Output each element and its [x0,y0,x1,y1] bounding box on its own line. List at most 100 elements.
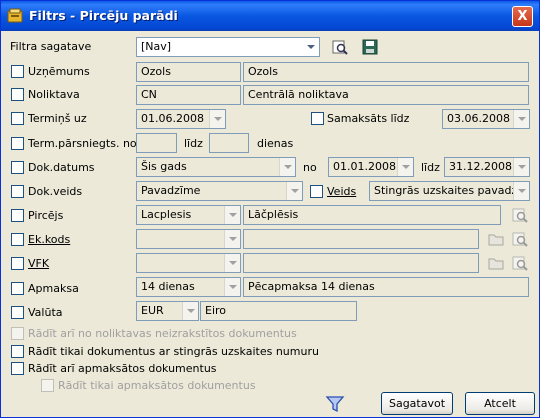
dok-datums-label: Dok.datums [28,161,95,174]
save-icon[interactable] [361,38,379,56]
search-icon[interactable] [331,38,349,56]
dok-veids-select[interactable]: Pavadzīme [136,181,303,201]
neizrakstitos-label: Rādīt arī no noliktavas neizrakstītos do… [28,327,297,340]
apmaksa-label: Apmaksa [28,282,79,295]
noliktava-checkbox[interactable] [11,88,24,101]
dok-veids-checkbox[interactable] [11,185,24,198]
sagatavot-label: Sagatavot [388,397,446,410]
dok-datums-lidz-label: līdz [421,161,440,174]
chevron-down-icon[interactable] [286,182,302,200]
template-label: Filtra sagatave [10,40,92,53]
ek-kods-checkbox[interactable] [11,233,24,246]
chevron-down-icon[interactable] [513,110,529,128]
dok-datums-from-picker[interactable]: 01.01.2008 [328,157,414,177]
veids-select[interactable]: Stingrās uzskaites pavadzīme [369,181,530,201]
term-parsniegts-dienas-label: dienas [257,137,294,150]
window-title: Filtrs - Pircēju parādi [29,8,178,23]
term-parsniegts-checkbox[interactable] [11,137,24,150]
termins-checkbox[interactable] [11,112,24,125]
valuta-label: Valūta [28,306,63,319]
sagatavot-button[interactable]: Sagatavot [381,392,453,415]
valuta-name-field: Eiro [200,301,357,321]
search-icon[interactable] [511,230,529,248]
veids-checkbox[interactable] [310,185,323,198]
uznemums-label: Uzņēmums [28,65,90,78]
chevron-down-icon[interactable] [224,230,240,248]
vfk-label: VFK [28,257,50,270]
filter-dialog: Filtrs - Pircēju parādi X Filtra sagatav… [0,0,540,418]
filter-icon[interactable] [325,394,345,414]
ek-kods-code-select[interactable] [136,229,241,249]
chevron-down-icon[interactable] [303,38,319,56]
pircejs-checkbox[interactable] [11,209,24,222]
search-icon[interactable] [511,254,529,272]
chevron-down-icon[interactable] [513,182,529,200]
pircejs-name-field: Lāčplēsis [243,205,501,225]
valuta-checkbox[interactable] [11,306,24,319]
veids-label: Veids [327,185,357,198]
term-parsniegts-to-input[interactable] [209,133,249,153]
atcelt-button[interactable]: Atcelt [465,392,535,415]
dok-veids-label: Dok.veids [28,185,83,198]
template-select[interactable]: [Nav] [136,37,320,57]
apmaksa-code-select[interactable]: 14 dienas [136,277,241,297]
veids-value: Stingrās uzskaites pavadzīme [374,184,530,197]
vfk-code-select[interactable] [136,253,241,273]
chevron-down-icon[interactable] [513,158,529,176]
dok-datums-from: 01.01.2008 [333,160,396,173]
uznemums-checkbox[interactable] [11,65,24,78]
samaksats-checkbox[interactable] [311,112,324,125]
apmaksa-checkbox[interactable] [11,282,24,295]
chevron-down-icon[interactable] [182,302,198,320]
stingras-checkbox[interactable] [11,345,24,358]
dok-datums-no-label: no [303,161,317,174]
chevron-down-icon[interactable] [397,158,413,176]
apmaksatos-label: Rādīt arī apmaksātos dokumentus [28,362,217,375]
tikai-apmaksatos-label: Rādīt tikai apmaksātos dokumentus [58,379,256,392]
apmaksa-code: 14 dienas [141,280,195,293]
termins-date-picker[interactable]: 01.06.2008 [136,109,226,129]
uznemums-code-field: Ozols [136,62,241,82]
dok-datums-to-picker[interactable]: 31.12.2008 [444,157,530,177]
apmaksa-name: Pēcapmaksa 14 dienas [248,280,375,293]
noliktava-code-field: CN [136,85,241,105]
dok-datums-to: 31.12.2008 [449,160,512,173]
noliktava-label: Noliktava [28,88,80,101]
term-parsniegts-from-input[interactable] [136,133,177,153]
chevron-down-icon[interactable] [279,158,295,176]
title-bar[interactable]: Filtrs - Pircēju parādi X [1,1,539,31]
valuta-code: EUR [141,304,164,317]
apmaksa-name-field: Pēcapmaksa 14 dienas [243,277,529,297]
chevron-down-icon[interactable] [224,254,240,272]
term-parsniegts-label: Term.pārsniegts. no [28,137,137,150]
valuta-code-select[interactable]: EUR [136,301,199,321]
uznemums-code: Ozols [141,65,171,78]
valuta-name: Eiro [205,304,227,317]
termins-label: Termiņš uz [28,112,87,125]
tikai-apmaksatos-checkbox [41,379,54,392]
uznemums-name-field: Ozols [243,62,529,82]
dok-datums-checkbox[interactable] [11,161,24,174]
template-value: [Nav] [141,40,172,53]
search-icon[interactable] [511,206,529,224]
folder-icon[interactable] [487,254,505,272]
pircejs-label: Pircējs [28,209,64,222]
samaksats-date: 03.06.2008 [447,112,510,125]
apmaksatos-checkbox[interactable] [11,362,24,375]
ek-kods-name-field [243,229,479,249]
dok-datums-period: Šis gads [141,160,187,173]
term-parsniegts-lidz-label: līdz [184,137,203,150]
atcelt-label: Atcelt [484,397,516,410]
chevron-down-icon[interactable] [224,278,240,296]
dok-veids-value: Pavadzīme [141,184,201,197]
dok-datums-period-select[interactable]: Šis gads [136,157,296,177]
close-button[interactable]: X [512,6,533,27]
pircejs-code-select[interactable]: Lacplesis [136,205,241,225]
vfk-checkbox[interactable] [11,257,24,270]
chevron-down-icon[interactable] [209,110,225,128]
termins-date: 01.06.2008 [141,112,204,125]
chevron-down-icon[interactable] [224,206,240,224]
folder-icon[interactable] [487,230,505,248]
pircejs-name: Lāčplēsis [248,208,299,221]
samaksats-date-picker[interactable]: 03.06.2008 [442,109,530,129]
